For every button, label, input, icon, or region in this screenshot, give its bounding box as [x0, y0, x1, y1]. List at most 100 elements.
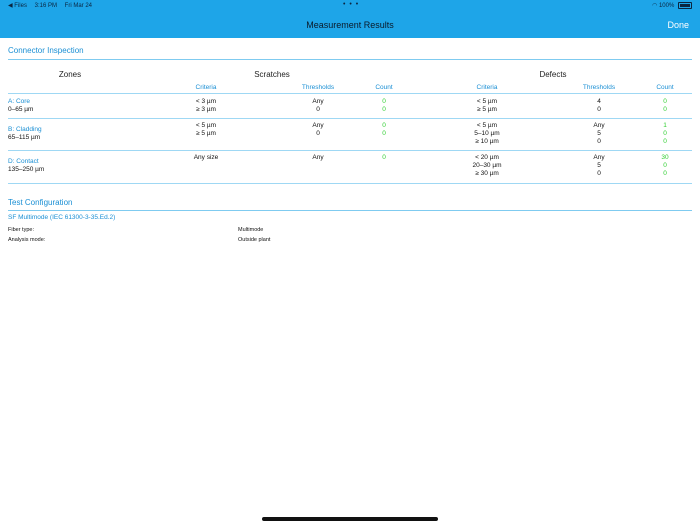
defect-count-cell: 1 0 0 [635, 122, 695, 146]
criteria-value: < 5 µm [476, 122, 498, 129]
scratch-thresholds-header: Thresholds [301, 84, 335, 91]
scratch-criteria-header: Criteria [195, 84, 217, 91]
fiber-type-label: Fiber type: [8, 227, 34, 233]
scratch-count-cell: 0 [354, 154, 414, 162]
threshold-value: Any [312, 122, 324, 129]
count-value: 0 [663, 162, 667, 169]
zone-cell: A: Core 0–65 µm [8, 98, 33, 114]
criteria-value: < 3 µm [195, 98, 217, 105]
criteria-value: < 20 µm [475, 154, 499, 161]
threshold-value: Any [593, 122, 605, 129]
analysis-mode-label: Analysis mode: [8, 237, 46, 243]
threshold-value: 5 [597, 162, 601, 169]
scratches-header: Scratches [254, 70, 290, 79]
done-button[interactable]: Done [667, 20, 689, 30]
criteria-value: < 5 µm [195, 122, 217, 129]
count-value: 0 [382, 106, 386, 113]
header-divider [8, 93, 692, 94]
count-value: 30 [661, 154, 669, 161]
row-divider [8, 118, 692, 119]
threshold-value: Any [593, 154, 605, 161]
criteria-value: ≥ 10 µm [475, 138, 499, 145]
scratch-count-cell: 0 0 [354, 98, 414, 114]
zone-cell: D: Contact 135–250 µm [8, 158, 44, 174]
threshold-value: 0 [316, 130, 320, 137]
threshold-value: 5 [597, 130, 601, 137]
scratch-criteria-cell: Any size [176, 154, 236, 162]
home-indicator[interactable] [262, 517, 438, 521]
defect-count-cell: 0 0 [635, 98, 695, 114]
criteria-value: Any size [193, 154, 219, 161]
scratch-thresholds-cell: Any 0 [288, 98, 348, 114]
status-bar-right: ◠ 100% [652, 2, 692, 10]
test-configuration-title: Test Configuration [8, 198, 73, 207]
battery-icon [678, 2, 692, 9]
threshold-value: 4 [597, 98, 601, 105]
criteria-value: ≥ 30 µm [475, 170, 499, 177]
scratch-count-header: Count [375, 84, 393, 91]
count-value: 0 [663, 98, 667, 105]
zone-name: B: Cladding [8, 126, 42, 133]
battery-percentage: 100% [658, 3, 675, 10]
count-value: 0 [382, 154, 386, 161]
zone-range: 0–65 µm [8, 106, 34, 113]
row-divider [8, 150, 692, 151]
defect-count-header: Count [656, 84, 674, 91]
criteria-value: 20–30 µm [472, 162, 502, 169]
count-value: 1 [663, 122, 667, 129]
zone-range: 65–115 µm [8, 134, 41, 141]
defects-header: Defects [539, 70, 567, 79]
defect-criteria-cell: < 20 µm 20–30 µm ≥ 30 µm [457, 154, 517, 178]
threshold-value: 0 [597, 170, 601, 177]
zone-range: 135–250 µm [8, 166, 45, 173]
zone-name: D: Contact [8, 158, 39, 165]
test-profile-link[interactable]: SF Multimode (IEC 61300-3-35.Ed.2) [8, 214, 115, 221]
scratch-criteria-cell: < 5 µm ≥ 5 µm [176, 122, 236, 138]
row-divider [8, 183, 692, 184]
scratch-thresholds-cell: Any 0 [288, 122, 348, 138]
page-title: Measurement Results [306, 20, 394, 30]
count-value: 0 [382, 122, 386, 129]
criteria-value: 5–10 µm [474, 130, 500, 137]
section-divider [8, 59, 692, 60]
defect-thresholds-cell: Any 5 0 [569, 122, 629, 146]
defect-thresholds-header: Thresholds [582, 84, 616, 91]
connector-inspection-title: Connector Inspection [8, 46, 84, 55]
scratch-count-cell: 0 0 [354, 122, 414, 138]
zone-cell: B: Cladding 65–115 µm [8, 126, 42, 142]
section-divider [8, 210, 692, 211]
threshold-value: 0 [597, 138, 601, 145]
count-value: 0 [382, 130, 386, 137]
navigation-bar: ◀ Files 3:16 PM Fri Mar 24 • • • ◠ 100% … [0, 0, 700, 38]
status-date: Fri Mar 24 [64, 3, 92, 9]
fiber-type-value: Multimode [238, 227, 264, 233]
criteria-value: ≥ 5 µm [477, 106, 497, 113]
count-value: 0 [663, 170, 667, 177]
zone-name: A: Core [8, 98, 31, 105]
scratch-criteria-cell: < 3 µm ≥ 3 µm [176, 98, 236, 114]
scratch-thresholds-cell: Any [288, 154, 348, 162]
defect-count-cell: 30 0 0 [635, 154, 695, 178]
zones-header: Zones [58, 70, 82, 79]
threshold-value: Any [312, 98, 324, 105]
count-value: 0 [663, 130, 667, 137]
back-to-files-link[interactable]: ◀ Files [8, 3, 27, 9]
status-time: 3:16 PM [34, 3, 57, 9]
status-bar-left: ◀ Files 3:16 PM Fri Mar 24 [8, 2, 92, 10]
threshold-value: Any [312, 154, 324, 161]
multitasking-dots-icon[interactable]: • • • [343, 1, 359, 8]
defect-thresholds-cell: Any 5 0 [569, 154, 629, 178]
threshold-value: 0 [597, 106, 601, 113]
defect-criteria-cell: < 5 µm 5–10 µm ≥ 10 µm [457, 122, 517, 146]
wifi-icon: ◠ [652, 3, 658, 10]
criteria-value: ≥ 5 µm [196, 130, 216, 137]
count-value: 0 [382, 98, 386, 105]
analysis-mode-value: Outside plant [238, 237, 271, 243]
defect-criteria-header: Criteria [476, 84, 498, 91]
count-value: 0 [663, 138, 667, 145]
criteria-value: < 5 µm [476, 98, 498, 105]
defect-thresholds-cell: 4 0 [569, 98, 629, 114]
count-value: 0 [663, 106, 667, 113]
criteria-value: ≥ 3 µm [196, 106, 216, 113]
threshold-value: 0 [316, 106, 320, 113]
